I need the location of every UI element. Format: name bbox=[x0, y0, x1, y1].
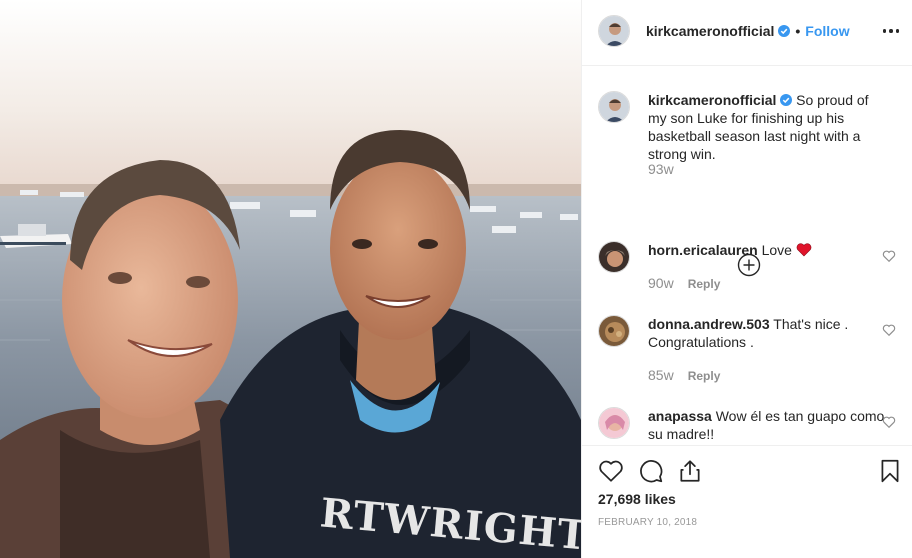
reply-button[interactable]: Reply bbox=[688, 369, 721, 383]
caption-age[interactable]: 93w bbox=[648, 161, 674, 177]
avatar[interactable] bbox=[598, 91, 630, 123]
avatar-image bbox=[599, 408, 629, 438]
comment-username[interactable]: horn.ericalauren bbox=[648, 242, 758, 258]
separator-dot: • bbox=[795, 23, 801, 39]
red-heart-emoji-icon bbox=[796, 243, 812, 257]
avatar-image bbox=[599, 16, 629, 46]
comment-like-icon[interactable] bbox=[882, 323, 896, 337]
comment-like-icon[interactable] bbox=[882, 415, 896, 429]
caption-username[interactable]: kirkcameronofficial bbox=[648, 92, 776, 108]
comment-age[interactable]: 90w bbox=[648, 275, 674, 291]
post-header: kirkcameronofficial • Follow bbox=[582, 0, 912, 66]
share-icon[interactable] bbox=[677, 458, 703, 484]
likes-count[interactable]: 27,698 likes bbox=[598, 491, 676, 507]
comment-username[interactable]: donna.andrew.503 bbox=[648, 316, 770, 332]
post-actions: 27,698 likes FEBRUARY 10, 2018 bbox=[582, 445, 912, 558]
post-photo[interactable]: RTWRIGHT'S bbox=[0, 0, 581, 558]
follow-button[interactable]: Follow bbox=[805, 23, 849, 39]
verified-badge-icon bbox=[780, 94, 793, 106]
header-username[interactable]: kirkcameronofficial bbox=[646, 23, 774, 39]
avatar[interactable] bbox=[598, 241, 630, 273]
speech-bubble-icon[interactable] bbox=[638, 458, 664, 484]
avatar[interactable] bbox=[598, 315, 630, 347]
avatar-image bbox=[599, 92, 629, 122]
comment-age[interactable]: 85w bbox=[648, 367, 674, 383]
avatar[interactable] bbox=[598, 15, 630, 47]
comments-list[interactable]: kirkcameronofficial So proud of my son L… bbox=[582, 67, 912, 445]
post-image: RTWRIGHT'S bbox=[0, 0, 581, 558]
avatar-image bbox=[599, 242, 629, 272]
reply-button[interactable]: Reply bbox=[688, 277, 721, 291]
post-details-panel: kirkcameronofficial • Follow kirkcameron… bbox=[581, 0, 912, 558]
post-date[interactable]: FEBRUARY 10, 2018 bbox=[598, 517, 697, 528]
ellipsis-icon[interactable] bbox=[881, 21, 901, 41]
verified-badge-icon bbox=[778, 25, 791, 37]
comment-text: Love bbox=[761, 242, 792, 258]
comment-like-icon[interactable] bbox=[882, 249, 896, 263]
bookmark-icon[interactable] bbox=[877, 458, 903, 484]
avatar[interactable] bbox=[598, 407, 630, 439]
avatar-image bbox=[599, 316, 629, 346]
comment-username[interactable]: anapassa bbox=[648, 408, 712, 424]
heart-outline-icon[interactable] bbox=[598, 458, 624, 484]
